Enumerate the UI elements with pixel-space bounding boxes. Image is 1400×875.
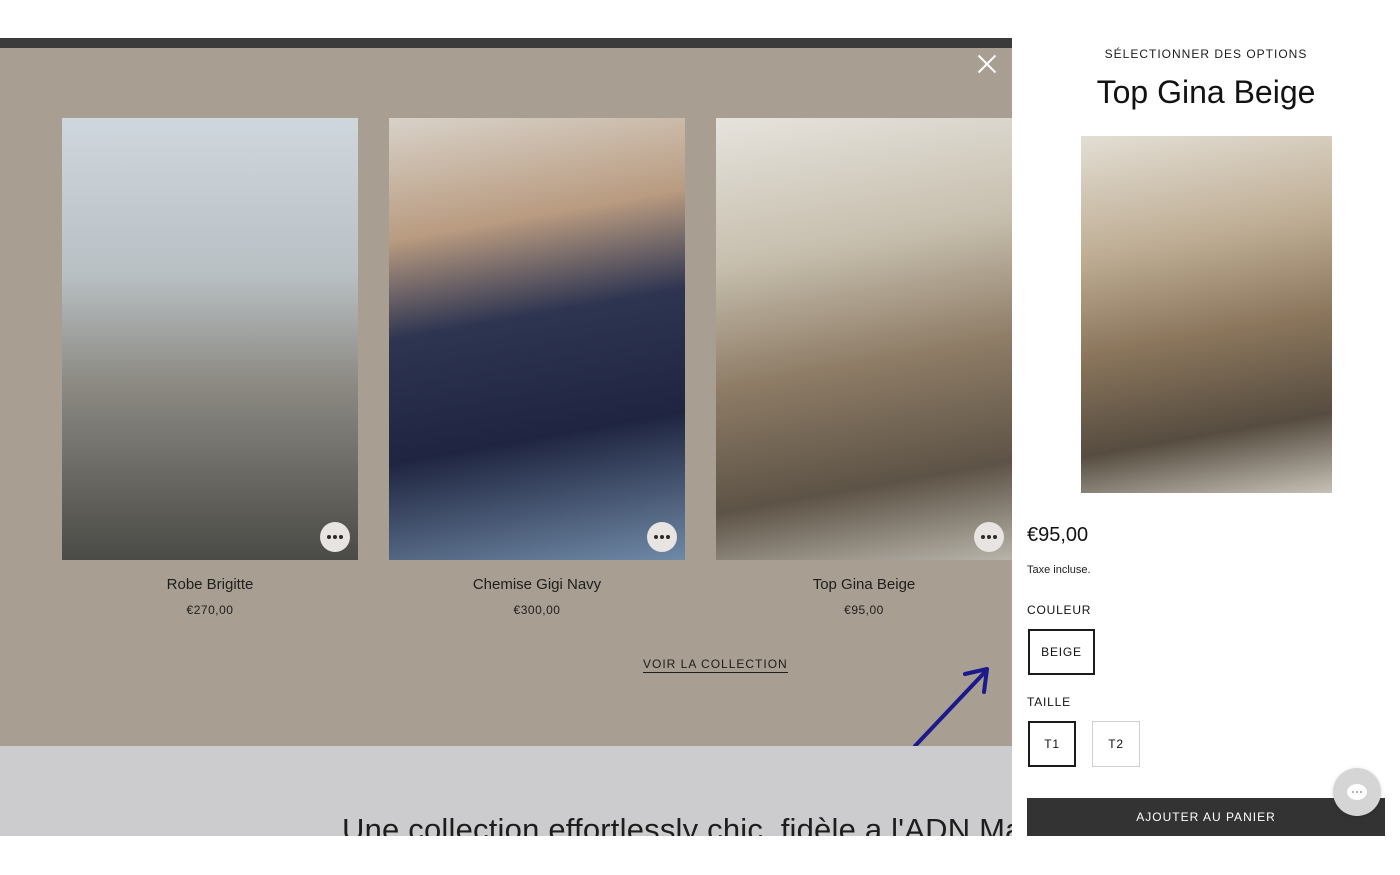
size-option-t1[interactable]: T1 — [1028, 721, 1076, 767]
add-to-cart-button[interactable]: AJOUTER AU PANIER — [1027, 798, 1385, 836]
product-price: €270,00 — [186, 603, 234, 617]
product-card[interactable]: Top Gina Beige €95,00 — [716, 118, 1012, 617]
banner-heading: Une collection effortlessly chic, fidèle… — [342, 812, 1012, 836]
chat-icon[interactable] — [1333, 768, 1381, 816]
product-name[interactable]: Chemise Gigi Navy — [389, 576, 685, 593]
panel-product-image — [1081, 136, 1332, 493]
more-options-icon[interactable] — [647, 522, 677, 552]
product-price: €95,00 — [844, 603, 884, 617]
chat-bubble-icon — [1347, 784, 1367, 800]
color-option-beige[interactable]: BEIGE — [1028, 629, 1095, 675]
panel-title: Top Gina Beige — [1096, 74, 1316, 110]
product-name[interactable]: Top Gina Beige — [716, 576, 1012, 593]
view-collection-link[interactable]: VOIR LA COLLECTION — [643, 657, 788, 673]
color-label: COULEUR — [1027, 603, 1092, 617]
product-name[interactable]: Robe Brigitte — [62, 576, 358, 593]
annotation-arrow-icon — [913, 667, 989, 748]
product-price: €300,00 — [513, 603, 561, 617]
product-card[interactable]: Chemise Gigi Navy €300,00 — [389, 118, 685, 617]
product-image[interactable] — [389, 118, 685, 560]
product-image[interactable] — [62, 118, 358, 560]
background-strip — [0, 38, 1012, 48]
options-panel: SÉLECTIONNER DES OPTIONS Top Gina Beige … — [1012, 38, 1400, 836]
more-options-icon[interactable] — [320, 522, 350, 552]
more-options-icon[interactable] — [974, 522, 1004, 552]
product-image[interactable] — [716, 118, 1012, 560]
size-option-t2[interactable]: T2 — [1092, 721, 1140, 767]
page: Robe Brigitte €270,00 Chemise Gigi Navy … — [0, 0, 1400, 875]
product-card[interactable]: Robe Brigitte €270,00 — [62, 118, 358, 617]
close-icon[interactable] — [975, 52, 999, 76]
size-label: TAILLE — [1027, 695, 1071, 709]
tax-note: Taxe incluse. — [1027, 564, 1091, 576]
panel-kicker: SÉLECTIONNER DES OPTIONS — [1104, 47, 1308, 61]
collection-banner: Une collection effortlessly chic, fidèle… — [0, 746, 1012, 836]
panel-price: €95,00 — [1027, 524, 1089, 546]
